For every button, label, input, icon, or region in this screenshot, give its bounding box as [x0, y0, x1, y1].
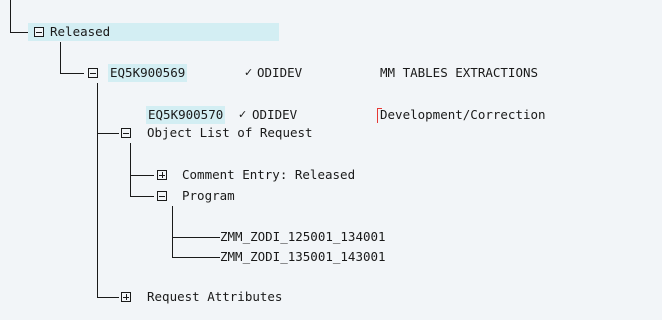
tree-connector: [172, 206, 173, 258]
tree-connector: [97, 83, 98, 298]
folder-closed-icon[interactable]: [121, 292, 131, 302]
tree-connector: [97, 133, 119, 134]
tree-connector: [97, 297, 119, 298]
tree-connector: [130, 175, 154, 176]
tree-node-object[interactable]: ZMM_ZODI_125001_134001: [220, 228, 420, 246]
task-id[interactable]: EQ5K900570: [146, 106, 226, 124]
tree-node-program[interactable]: Program: [154, 187, 274, 205]
node-label: Request Attributes: [147, 289, 283, 304]
task-owner: ODIDEV: [252, 107, 298, 122]
tree-node-task[interactable]: EQ5K900570 ✓ ODIDEV Development/Correcti…: [146, 106, 596, 124]
folder-open-icon[interactable]: [88, 68, 98, 78]
tree-node-object[interactable]: ZMM_ZODI_135001_143001: [220, 248, 420, 266]
tree-connector: [130, 143, 131, 196]
request-description: MM TABLES EXTRACTIONS: [380, 65, 539, 80]
object-name: ZMM_ZODI_125001_134001: [220, 229, 386, 244]
node-label: Comment Entry: Released: [182, 167, 356, 182]
tree-node-request[interactable]: EQ5K900569 ✓ ODIDEV MM TABLES EXTRACTION…: [84, 64, 604, 82]
folder-open-icon[interactable]: [121, 128, 131, 138]
node-label: Released: [50, 24, 111, 39]
tree-connector: [10, 32, 28, 33]
tree-connector: [60, 42, 61, 74]
tree-node-released[interactable]: Released: [28, 23, 279, 41]
transport-request-tree: Released EQ5K900569 ✓ ODIDEV MM TABLES E…: [0, 0, 662, 320]
folder-open-icon[interactable]: [157, 191, 167, 201]
folder-closed-icon[interactable]: [157, 170, 167, 180]
tree-connector: [130, 196, 154, 197]
object-name: ZMM_ZODI_135001_143001: [220, 249, 386, 264]
request-id[interactable]: EQ5K900569: [108, 64, 188, 82]
released-check-icon: ✓: [238, 108, 248, 121]
tree-connector: [172, 257, 220, 258]
tree-connector: [172, 237, 220, 238]
node-label: Program: [182, 188, 235, 203]
node-label: Object List of Request: [147, 125, 313, 140]
tree-node-object-list[interactable]: Object List of Request: [119, 124, 359, 142]
task-description: Development/Correction: [380, 107, 546, 122]
tree-connector: [60, 73, 84, 74]
tree-node-request-attributes[interactable]: Request Attributes: [119, 288, 339, 306]
request-owner: ODIDEV: [257, 65, 303, 80]
folder-open-icon[interactable]: [34, 27, 44, 37]
tree-connector: [10, 0, 11, 32]
tree-node-comment-entry[interactable]: Comment Entry: Released: [154, 166, 404, 184]
released-check-icon: ✓: [244, 66, 254, 79]
